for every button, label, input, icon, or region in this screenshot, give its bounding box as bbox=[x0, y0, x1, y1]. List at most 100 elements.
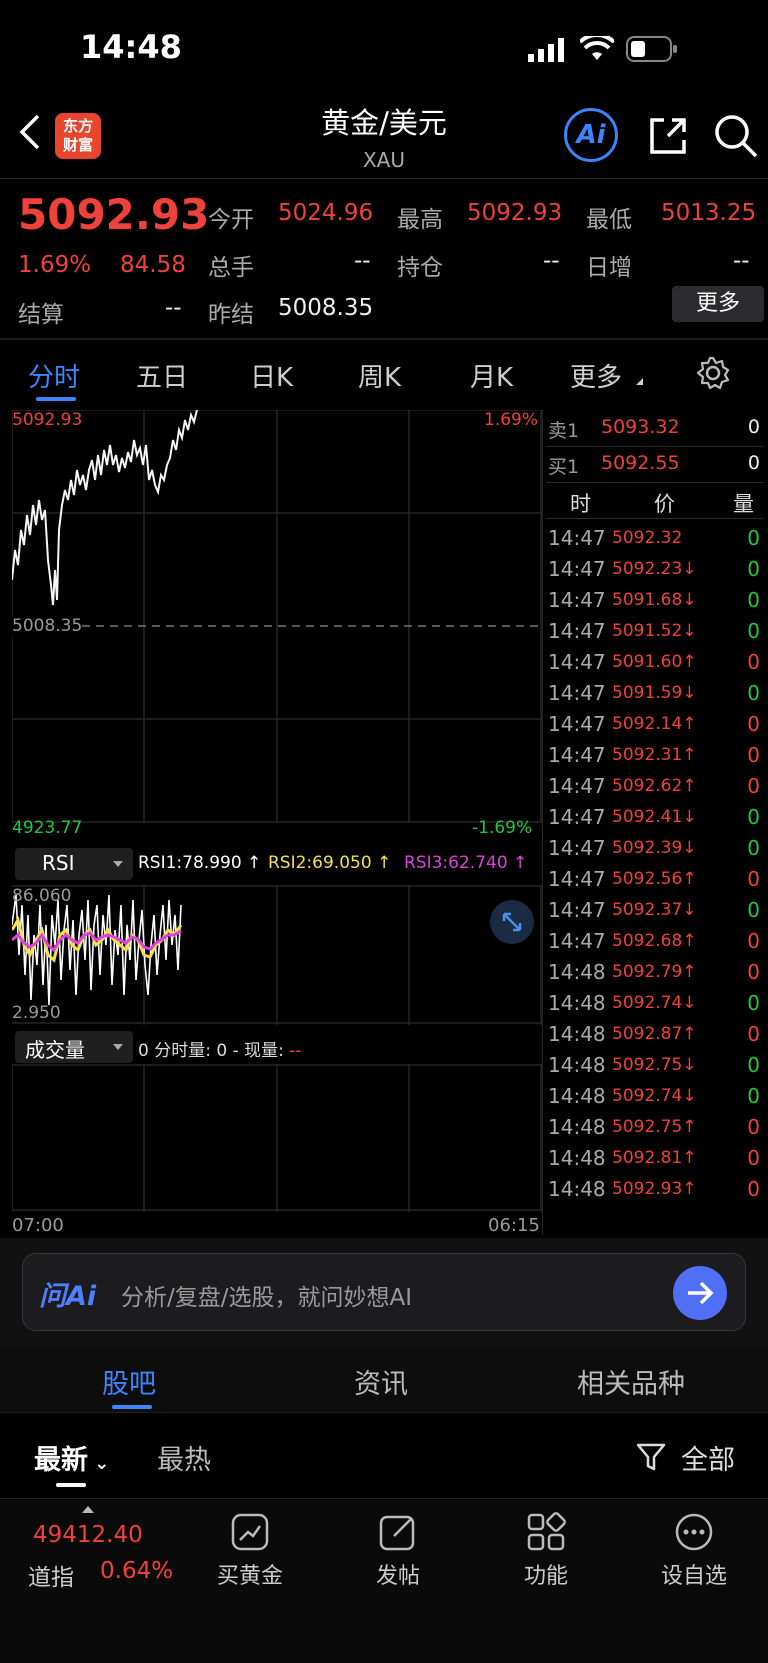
tab-weekly-k[interactable]: 周K bbox=[358, 357, 401, 394]
tick-row: 14:48 5092.93↑ 0 bbox=[546, 1173, 764, 1206]
chart-price-mid: 5008.35 bbox=[12, 616, 83, 636]
ai-send-button[interactable] bbox=[673, 1266, 727, 1320]
tick-volume: 0 bbox=[747, 1022, 760, 1046]
watchlist-label: 设自选 bbox=[660, 1564, 727, 1589]
tab-intraday[interactable]: 分时 bbox=[28, 357, 80, 394]
tick-price: 5092.41↓ bbox=[612, 807, 697, 827]
sell1-label: 卖1 bbox=[548, 420, 580, 442]
high-value: 5092.93 bbox=[467, 200, 563, 226]
rsi-selector-label: RSI bbox=[42, 851, 75, 875]
volume-selector[interactable]: 成交量 bbox=[15, 1031, 133, 1063]
tick-volume: 0 bbox=[747, 898, 760, 922]
tab-related[interactable]: 相关品种 bbox=[577, 1362, 685, 1401]
tick-time: 14:47 bbox=[548, 557, 606, 581]
filter-latest[interactable]: 最新 ⌄ bbox=[34, 1438, 109, 1477]
tick-price: 5092.31↑ bbox=[612, 745, 697, 765]
open-interest-label: 持仓 bbox=[397, 255, 443, 281]
tick-volume: 0 bbox=[747, 867, 760, 891]
post-label: 发帖 bbox=[375, 1564, 420, 1589]
intraday-chart[interactable] bbox=[12, 410, 542, 825]
low-value: 5013.25 bbox=[661, 200, 757, 226]
dropdown-icon bbox=[113, 1044, 123, 1050]
functions-button[interactable]: 功能 bbox=[504, 1506, 588, 1596]
tab-monthly-k[interactable]: 月K bbox=[470, 357, 513, 394]
order-book-divider bbox=[542, 410, 543, 1235]
filter-divider bbox=[0, 1498, 768, 1499]
tick-volume: 0 bbox=[747, 774, 760, 798]
tick-price: 5092.79↑ bbox=[612, 962, 697, 982]
tick-row: 14:48 5092.75↓ 0 bbox=[546, 1049, 764, 1082]
functions-label: 功能 bbox=[523, 1564, 568, 1589]
filter-hot[interactable]: 最热 bbox=[157, 1438, 211, 1477]
tick-time: 14:47 bbox=[548, 898, 606, 922]
change-pct: 1.69% bbox=[18, 252, 92, 278]
edit-icon bbox=[379, 1515, 415, 1551]
tab-more[interactable]: 更多 bbox=[570, 357, 622, 394]
buy-gold-button[interactable]: 买黄金 bbox=[208, 1506, 292, 1596]
settle-label: 结算 bbox=[18, 302, 64, 328]
more-triangle-icon bbox=[636, 378, 643, 385]
tick-time: 14:48 bbox=[548, 1053, 606, 1077]
tab-forum-indicator bbox=[112, 1405, 152, 1409]
tick-time: 14:47 bbox=[548, 743, 606, 767]
tab-daily-k[interactable]: 日K bbox=[250, 357, 293, 394]
tick-price: 5092.75↓ bbox=[612, 1055, 697, 1075]
volume-value: -- bbox=[354, 248, 371, 274]
tick-time: 14:47 bbox=[548, 929, 606, 953]
open-label: 今开 bbox=[208, 207, 254, 233]
tick-volume: 0 bbox=[747, 588, 760, 612]
tick-row: 14:47 5092.23↓ 0 bbox=[546, 553, 764, 586]
ticks-header: 时 价 量 bbox=[546, 486, 764, 518]
settle-value: -- bbox=[165, 295, 182, 321]
more-quote-button[interactable]: 更多 bbox=[672, 286, 764, 322]
tick-price: 5092.62↑ bbox=[612, 776, 697, 796]
rsi-selector[interactable]: RSI bbox=[15, 848, 133, 880]
tick-time: 14:47 bbox=[548, 619, 606, 643]
tick-volume: 0 bbox=[747, 681, 760, 705]
volume-selector-label: 成交量 bbox=[25, 1038, 85, 1062]
open-interest-value: -- bbox=[543, 248, 560, 274]
filter-latest-underline bbox=[56, 1483, 86, 1487]
tick-volume: 0 bbox=[747, 1115, 760, 1139]
prev-settle-label: 昨结 bbox=[208, 302, 254, 328]
search-icon[interactable] bbox=[712, 112, 760, 164]
tick-volume: 0 bbox=[747, 991, 760, 1015]
tick-row: 14:47 5092.32 0 bbox=[546, 522, 764, 555]
chart-up-icon bbox=[231, 1513, 269, 1551]
ai-button[interactable]: Ai bbox=[564, 108, 618, 162]
ob-separator bbox=[546, 518, 764, 519]
dropdown-icon bbox=[113, 861, 123, 867]
change-value: 84.58 bbox=[120, 252, 186, 278]
tick-volume: 0 bbox=[747, 1084, 760, 1108]
tick-price: 5092.74↓ bbox=[612, 993, 697, 1013]
tick-price: 5092.56↑ bbox=[612, 869, 697, 889]
ai-input[interactable]: 问Ai 分析/复盘/选股，就问妙想AI bbox=[22, 1253, 746, 1331]
expand-chart-icon[interactable] bbox=[490, 900, 534, 944]
filter-all[interactable]: 全部 bbox=[681, 1438, 735, 1477]
settings-gear-icon[interactable] bbox=[696, 356, 730, 394]
tick-price: 5092.87↑ bbox=[612, 1024, 697, 1044]
tick-price: 5091.60↑ bbox=[612, 652, 697, 672]
open-value: 5024.96 bbox=[278, 200, 374, 226]
tick-volume: 0 bbox=[747, 1177, 760, 1201]
tick-price: 5092.14↑ bbox=[612, 714, 697, 734]
lower-tabs-divider bbox=[0, 1412, 768, 1413]
tab-forum[interactable]: 股吧 bbox=[102, 1362, 156, 1401]
rsi2-value: RSI2:69.050 ↑ bbox=[268, 853, 392, 873]
last-price: 5092.93 bbox=[18, 190, 210, 239]
tick-time: 14:47 bbox=[548, 650, 606, 674]
tick-time: 14:48 bbox=[548, 1022, 606, 1046]
ai-button-label: Ai bbox=[576, 120, 606, 150]
chevron-down-icon: ⌄ bbox=[88, 1453, 110, 1474]
post-button[interactable]: 发帖 bbox=[356, 1506, 440, 1596]
index-value[interactable]: 49412.40 bbox=[33, 1522, 143, 1548]
tab-five-day[interactable]: 五日 bbox=[136, 357, 188, 394]
tick-row: 14:47 5091.60↑ 0 bbox=[546, 646, 764, 679]
share-icon[interactable] bbox=[646, 114, 690, 162]
signal-icon bbox=[528, 38, 568, 66]
watchlist-button[interactable]: 设自选 bbox=[652, 1506, 736, 1596]
tab-news[interactable]: 资讯 bbox=[354, 1362, 408, 1401]
volume-info-text: 0 分时量: 0 - 现量: bbox=[138, 1041, 290, 1061]
filter-icon[interactable] bbox=[636, 1442, 666, 1476]
grid-icon bbox=[527, 1512, 566, 1551]
